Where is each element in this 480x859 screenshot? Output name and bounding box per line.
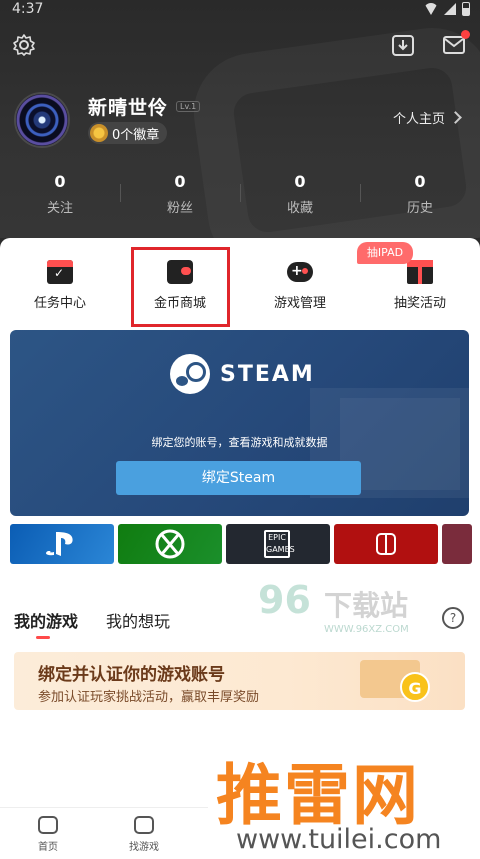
- stat-favorites[interactable]: 0 收藏: [240, 172, 360, 220]
- bind-account-banner[interactable]: 绑定并认证你的游戏账号 参加认证玩家挑战活动，赢取丰厚奖励 G: [14, 652, 465, 710]
- game-management-button[interactable]: 游戏管理: [240, 238, 360, 328]
- stats-row: 0 关注 0 粉丝 0 收藏 0 历史: [0, 172, 480, 220]
- battery-icon: [462, 2, 470, 16]
- playstation-tile[interactable]: [10, 524, 114, 564]
- homepage-link[interactable]: 个人主页: [392, 108, 462, 127]
- settings-gear-icon[interactable]: [12, 33, 36, 57]
- tab-wishlist[interactable]: 我的想玩: [106, 608, 170, 632]
- playstation-icon: [46, 532, 73, 556]
- switch-icon: [376, 533, 396, 555]
- help-icon[interactable]: ?: [442, 607, 464, 629]
- watermark-96xz: 96 下载站 WWW.96XZ.COM: [258, 578, 409, 635]
- watermark-tuilei: 推雷网 www.tuilei.com: [208, 740, 480, 859]
- nav-home[interactable]: 首页: [0, 808, 96, 859]
- homepage-label: 个人主页: [392, 112, 445, 127]
- stat-label: 收藏: [286, 201, 313, 216]
- steam-description: 绑定您的账号，查看游戏和成就数据: [151, 436, 328, 449]
- signal-icon: [444, 3, 456, 15]
- nav-label: 首页: [38, 842, 58, 853]
- status-icons: [424, 2, 470, 16]
- bind-account-title: 绑定并认证你的游戏账号: [38, 665, 225, 685]
- stat-value: 0: [54, 172, 66, 191]
- level-badge: Lv.1: [176, 101, 201, 112]
- profile-header: 4:37 新晴世伶 Lv.1 0个徽章 个人主页 0 关注 0 粉丝 0 收藏 …: [0, 0, 480, 238]
- watermark-96-url: WWW.96XZ.COM: [324, 624, 409, 635]
- nav-label: 找游戏: [129, 842, 159, 853]
- bind-steam-button[interactable]: 绑定Steam: [116, 461, 361, 495]
- medal-icon: [90, 124, 108, 142]
- quick-label: 任务中心: [33, 296, 86, 311]
- home-icon: [38, 816, 58, 834]
- more-platform-tile[interactable]: [442, 524, 472, 564]
- tab-my-games[interactable]: 我的游戏: [14, 608, 78, 639]
- bind-account-subtitle: 参加认证玩家挑战活动，赢取丰厚奖励: [38, 690, 260, 705]
- watermark-96-text: 下载站: [324, 589, 409, 622]
- stat-value: 0: [174, 172, 186, 191]
- quick-label: 抽奖活动: [393, 296, 446, 311]
- coin-icon: G: [400, 672, 430, 702]
- stat-label: 粉丝: [166, 201, 193, 216]
- avatar[interactable]: [14, 92, 70, 148]
- gamepad-icon: [287, 262, 313, 282]
- watermark-96-number: 96: [258, 578, 311, 622]
- platform-row: EPIC GAMES: [10, 524, 472, 564]
- watermark-tuilei-url: www.tuilei.com: [236, 824, 442, 855]
- gamepad-icon: [134, 816, 154, 834]
- message-button[interactable]: [442, 30, 470, 56]
- badge-count-chip[interactable]: 0个徽章: [88, 122, 168, 144]
- steam-logo-icon: [170, 354, 210, 394]
- badge-count-label: 0个徽章: [112, 127, 160, 143]
- task-center-button[interactable]: 任务中心: [0, 238, 120, 328]
- steam-wordmark: STEAM: [220, 362, 315, 387]
- wifi-icon: [424, 3, 438, 15]
- xbox-icon: [155, 529, 185, 559]
- stat-label: 历史: [406, 201, 433, 216]
- steam-bind-banner: STEAM 绑定您的账号，查看游戏和成就数据 绑定Steam: [10, 330, 469, 516]
- xbox-tile[interactable]: [118, 524, 222, 564]
- stat-fans[interactable]: 0 粉丝: [120, 172, 240, 220]
- stat-history[interactable]: 0 历史: [360, 172, 480, 220]
- game-tabs: 我的游戏 我的想玩: [14, 608, 170, 639]
- calendar-icon: [47, 260, 73, 284]
- highlight-box: [131, 247, 230, 327]
- chevron-right-icon: [449, 111, 462, 124]
- stat-value: 0: [414, 172, 426, 191]
- nav-find-games[interactable]: 找游戏: [96, 808, 192, 859]
- lottery-tag: 抽IPAD: [357, 242, 413, 264]
- gift-icon: [407, 260, 433, 284]
- download-icon[interactable]: [391, 33, 415, 57]
- epic-games-tile[interactable]: EPIC GAMES: [226, 524, 330, 564]
- stat-follow[interactable]: 0 关注: [0, 172, 120, 220]
- status-time: 4:37: [12, 1, 44, 17]
- stat-label: 关注: [46, 201, 73, 216]
- status-bar: 4:37: [0, 0, 480, 20]
- nintendo-switch-tile[interactable]: [334, 524, 438, 564]
- epic-games-icon: EPIC GAMES: [264, 530, 295, 558]
- username: 新晴世伶: [88, 97, 169, 119]
- unread-dot: [461, 30, 470, 39]
- stat-value: 0: [294, 172, 306, 191]
- quick-label: 游戏管理: [273, 296, 326, 311]
